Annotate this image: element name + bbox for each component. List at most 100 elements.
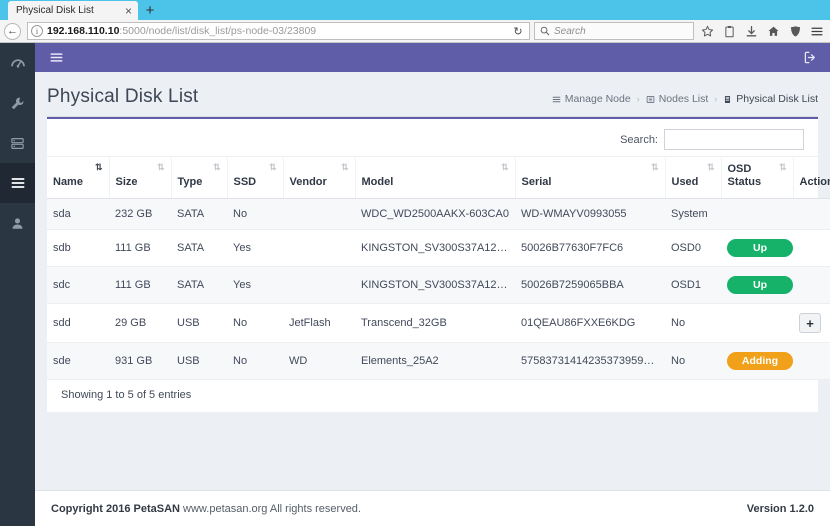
table-row: sdb 111 GB SATA Yes KINGSTON_SV300S37A12…: [47, 229, 830, 268]
breadcrumb-separator: ›: [714, 94, 718, 104]
download-icon[interactable]: [742, 22, 760, 40]
add-osd-button[interactable]: +: [799, 313, 821, 334]
footer-copyright-strong: Copyright 2016 PetaSAN: [51, 502, 180, 515]
list-icon: [552, 96, 561, 102]
breadcrumb-item-manage-node[interactable]: Manage Node: [552, 93, 631, 105]
breadcrumb: Manage Node › Nodes List › Physical Disk…: [552, 93, 818, 108]
cell-action: [793, 229, 830, 268]
sort-icon[interactable]: ⇅: [501, 163, 508, 172]
cell-size: 111 GB: [109, 266, 171, 305]
status-badge[interactable]: Up: [727, 276, 793, 295]
column-header-osd-status[interactable]: ⇅ OSD Status: [721, 155, 794, 200]
column-label: OSD Status: [727, 163, 762, 188]
column-label: Size: [115, 175, 138, 188]
column-label: Type: [177, 175, 203, 188]
cell-osd-status: Up: [721, 229, 793, 268]
url-bar[interactable]: i 192.168.110.10:5000/node/list/disk_lis…: [27, 22, 530, 40]
screenshot-root: Physical Disk List × + ← i 192.168.110.1…: [0, 0, 830, 526]
cell-serial: 50026B77630F7FC6: [515, 229, 665, 268]
column-header-type[interactable]: ⇅ Type: [171, 155, 228, 200]
url-text: 192.168.110.10:5000/node/list/disk_list/…: [47, 25, 506, 37]
top-navbar: [35, 43, 830, 72]
column-header-name[interactable]: ⇅ Name: [47, 155, 110, 200]
site-identity-icon[interactable]: i: [31, 25, 43, 37]
table-row: sdc 111 GB SATA Yes KINGSTON_SV300S37A12…: [47, 266, 830, 305]
cell-size: 29 GB: [109, 303, 171, 344]
footer-site-link[interactable]: www.petasan.org: [183, 503, 267, 515]
page-header: Physical Disk List Manage Node › Nodes L…: [47, 72, 818, 117]
status-badge[interactable]: Up: [727, 239, 793, 258]
new-tab-button[interactable]: +: [138, 1, 162, 20]
column-label: Used: [671, 175, 699, 188]
column-header-model[interactable]: ⇅ Model: [355, 155, 516, 200]
search-placeholder-label: Search: [554, 25, 586, 37]
sort-icon[interactable]: ⇅: [213, 163, 220, 172]
column-header-size[interactable]: ⇅ Size: [109, 155, 172, 200]
sort-icon[interactable]: ⇅: [157, 163, 164, 172]
search-input[interactable]: [664, 129, 804, 150]
url-path: :5000/node/list/disk_list/ps-node-03/238…: [119, 25, 317, 37]
cell-ssd: No: [227, 342, 283, 381]
sidebar-item-dashboard[interactable]: [0, 43, 35, 83]
cell-serial: WD-WMAYV0993055: [515, 198, 665, 231]
cell-name: sda: [47, 198, 109, 231]
cell-vendor: [283, 266, 355, 305]
cell-used: No: [665, 342, 721, 381]
url-host: 192.168.110.10: [47, 25, 120, 37]
status-badge[interactable]: Adding: [727, 352, 793, 371]
sort-icon[interactable]: ⇅: [707, 163, 714, 172]
cell-size: 931 GB: [109, 342, 171, 381]
cell-type: SATA: [171, 266, 227, 305]
table-row: sdd 29 GB USB No JetFlash Transcend_32GB…: [47, 303, 830, 344]
cell-ssd: Yes: [227, 266, 283, 305]
sidebar-item-manage-node[interactable]: [0, 163, 35, 203]
sidebar-item-storage[interactable]: [0, 123, 35, 163]
wrench-icon: [11, 97, 24, 109]
table-body: sda 232 GB SATA No WDC_WD2500AAKX-603CA0…: [47, 198, 830, 381]
server-icon: [11, 137, 24, 149]
back-icon[interactable]: ←: [4, 22, 21, 40]
sidebar-item-configuration[interactable]: [0, 83, 35, 123]
browser-tab-strip: Physical Disk List × +: [0, 0, 830, 20]
cell-name: sdc: [47, 266, 109, 305]
search-label: Search:: [620, 133, 658, 146]
logout-button[interactable]: [803, 50, 818, 65]
browser-tab[interactable]: Physical Disk List ×: [8, 1, 138, 20]
cell-type: SATA: [171, 198, 227, 231]
cell-used: OSD0: [665, 229, 721, 268]
sort-icon[interactable]: ⇅: [651, 163, 658, 172]
page-footer: Copyright 2016 PetaSAN www.petasan.org A…: [35, 490, 830, 526]
column-header-used[interactable]: ⇅ Used: [665, 155, 722, 200]
table-row: sda 232 GB SATA No WDC_WD2500AAKX-603CA0…: [47, 198, 830, 231]
sidebar-item-users[interactable]: [0, 203, 35, 243]
browser-navigation-bar: ← i 192.168.110.10:5000/node/list/disk_l…: [0, 20, 830, 43]
library-icon[interactable]: [720, 22, 738, 40]
search-icon: [540, 26, 550, 36]
home-icon[interactable]: [764, 22, 782, 40]
breadcrumb-label: Physical Disk List: [736, 93, 818, 105]
column-header-action: Action: [793, 155, 830, 200]
sort-icon[interactable]: ⇅: [269, 163, 276, 172]
close-icon[interactable]: ×: [125, 5, 132, 17]
browser-search-input[interactable]: Search: [534, 22, 694, 40]
sort-icon[interactable]: ⇅: [341, 163, 348, 172]
sort-icon[interactable]: ⇅: [779, 163, 786, 172]
cell-vendor: JetFlash: [283, 303, 355, 344]
column-header-vendor[interactable]: ⇅ Vendor: [283, 155, 356, 200]
star-icon[interactable]: [698, 22, 716, 40]
column-header-serial[interactable]: ⇅ Serial: [515, 155, 666, 200]
cell-name: sde: [47, 342, 109, 381]
sidebar-toggle-button[interactable]: [49, 50, 64, 65]
table-info: Showing 1 to 5 of 5 entries: [47, 380, 818, 413]
shield-icon[interactable]: [786, 22, 804, 40]
breadcrumb-item-nodes-list[interactable]: Nodes List: [646, 93, 708, 105]
breadcrumb-item-physical-disk-list[interactable]: Physical Disk List: [723, 93, 818, 105]
cell-type: USB: [171, 342, 227, 381]
cell-osd-status: Adding: [721, 342, 793, 381]
cell-size: 232 GB: [109, 198, 171, 231]
reload-icon[interactable]: ↻: [510, 25, 526, 38]
logout-icon: [804, 51, 815, 64]
hamburger-menu-icon[interactable]: [808, 22, 826, 40]
sort-icon[interactable]: ⇅: [95, 163, 102, 172]
column-header-ssd[interactable]: ⇅ SSD: [227, 155, 284, 200]
